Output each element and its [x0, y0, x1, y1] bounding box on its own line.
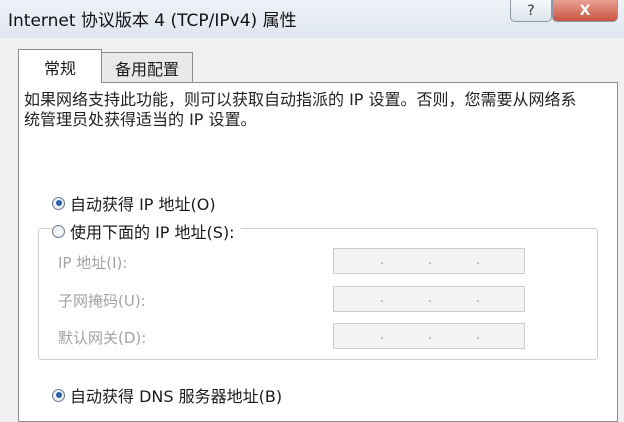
subnet-mask-input[interactable]: . . . — [333, 286, 525, 312]
ip-octet-separator: . — [476, 253, 481, 268]
radio-selected-dot — [55, 392, 62, 398]
ip-octet-separator: . — [428, 328, 433, 343]
default-gateway-label: 默认网关(D): — [58, 329, 147, 347]
ip-octet-separator: . — [380, 253, 385, 268]
ip-octet-separator: . — [476, 291, 481, 306]
close-icon: X — [579, 2, 591, 19]
tab-general[interactable]: 常规 — [18, 49, 102, 83]
ip-octet-separator: . — [428, 253, 433, 268]
radio-selected-dot — [55, 200, 62, 206]
manual-ip-label: 使用下面的 IP 地址(S): — [70, 223, 235, 242]
ip-octet-separator: . — [380, 291, 385, 306]
ip-address-input[interactable]: . . . — [333, 248, 525, 274]
tab-alternate-configuration[interactable]: 备用配置 — [101, 52, 193, 82]
window-title: Internet 协议版本 4 (TCP/IPv4) 属性 — [8, 11, 297, 31]
auto-dns-label: 自动获得 DNS 服务器地址(B) — [70, 387, 283, 406]
auto-ip-label: 自动获得 IP 地址(O) — [70, 195, 216, 214]
help-button[interactable]: ? — [510, 0, 552, 22]
subnet-mask-label: 子网掩码(U): — [58, 292, 146, 310]
title-bar: Internet 协议版本 4 (TCP/IPv4) 属性 ? X — [0, 0, 624, 38]
ip-octet-separator: . — [380, 328, 385, 343]
ip-octet-separator: . — [428, 291, 433, 306]
close-button[interactable]: X — [552, 0, 618, 22]
manual-ip-radio[interactable] — [52, 224, 65, 238]
auto-ip-option[interactable]: 自动获得 IP 地址(O) — [52, 191, 216, 215]
default-gateway-input[interactable]: . . . — [333, 323, 525, 349]
description-text: 如果网络支持此功能，则可以获取自动指派的 IP 设置。否则，您需要从网络系统管理… — [24, 90, 577, 129]
help-icon: ? — [527, 2, 535, 19]
auto-dns-radio[interactable] — [52, 388, 65, 402]
ip-address-label: IP 地址(I): — [58, 254, 128, 272]
auto-dns-option[interactable]: 自动获得 DNS 服务器地址(B) — [52, 383, 282, 407]
auto-ip-radio[interactable] — [52, 196, 65, 210]
properties-dialog: 常规 备用配置 如果网络支持此功能，则可以获取自动指派的 IP 设置。否则，您需… — [8, 38, 620, 422]
ip-octet-separator: . — [476, 328, 481, 343]
manual-ip-option[interactable]: 使用下面的 IP 地址(S): — [52, 219, 241, 243]
